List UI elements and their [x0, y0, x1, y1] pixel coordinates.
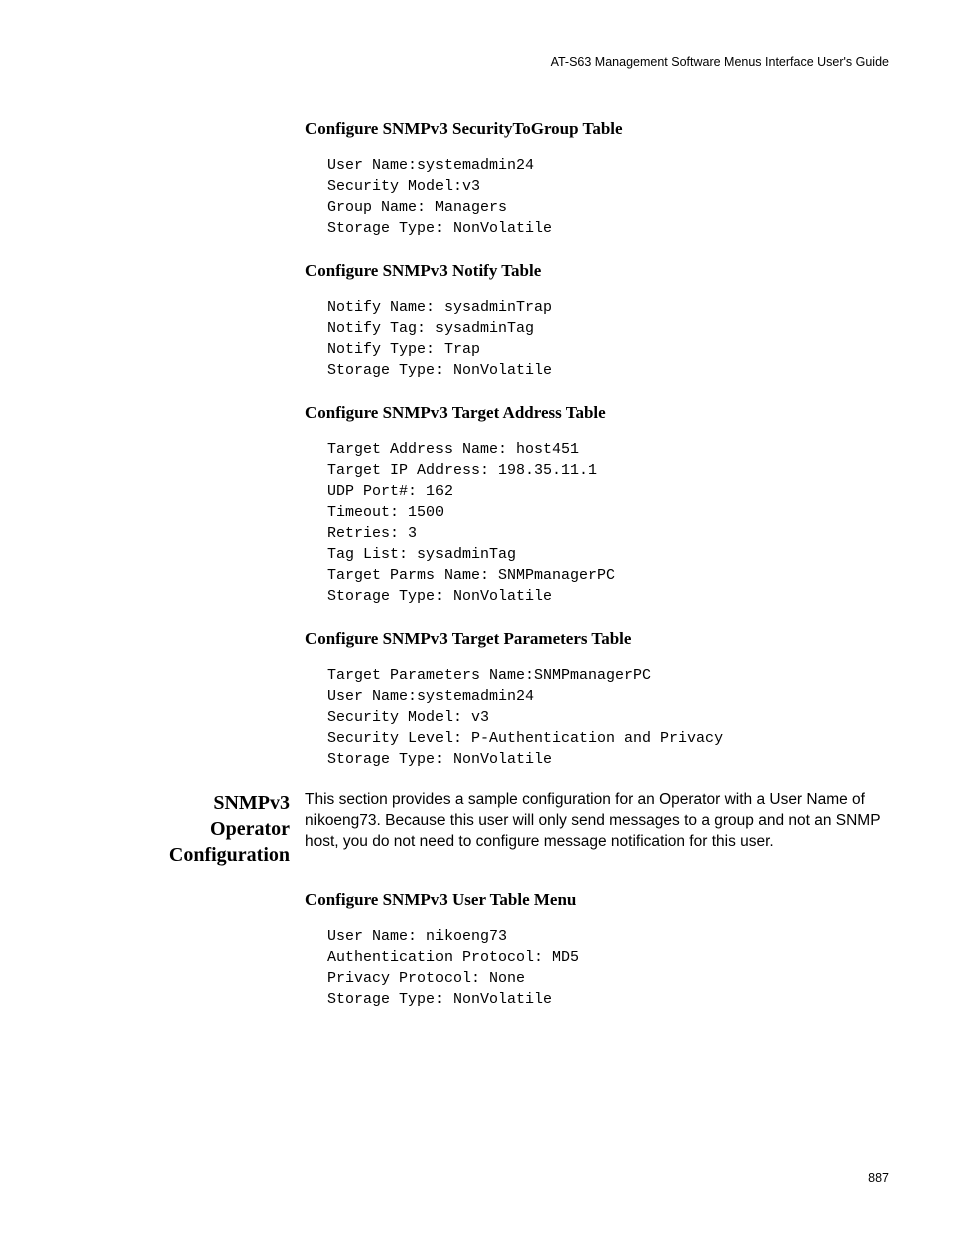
side-paragraph-operator-config: This section provides a sample configura… — [305, 790, 889, 853]
code-block-notify: Notify Name: sysadminTrap Notify Tag: sy… — [327, 297, 889, 381]
code-block-security-to-group: User Name:systemadmin24 Security Model:v… — [327, 155, 889, 239]
page-header: AT-S63 Management Software Menus Interfa… — [130, 55, 889, 69]
side-heading-operator-config: SNMPv3 Operator Configuration — [130, 790, 290, 868]
code-block-target-address: Target Address Name: host451 Target IP A… — [327, 439, 889, 607]
section-heading-target-parameters: Configure SNMPv3 Target Parameters Table — [305, 629, 889, 649]
section-heading-security-to-group: Configure SNMPv3 SecurityToGroup Table — [305, 119, 889, 139]
page-number: 887 — [868, 1171, 889, 1185]
code-block-target-parameters: Target Parameters Name:SNMPmanagerPC Use… — [327, 665, 889, 770]
section-heading-target-address: Configure SNMPv3 Target Address Table — [305, 403, 889, 423]
section-heading-user-table: Configure SNMPv3 User Table Menu — [305, 890, 889, 910]
section-heading-notify: Configure SNMPv3 Notify Table — [305, 261, 889, 281]
code-block-user-table: User Name: nikoeng73 Authentication Prot… — [327, 926, 889, 1010]
